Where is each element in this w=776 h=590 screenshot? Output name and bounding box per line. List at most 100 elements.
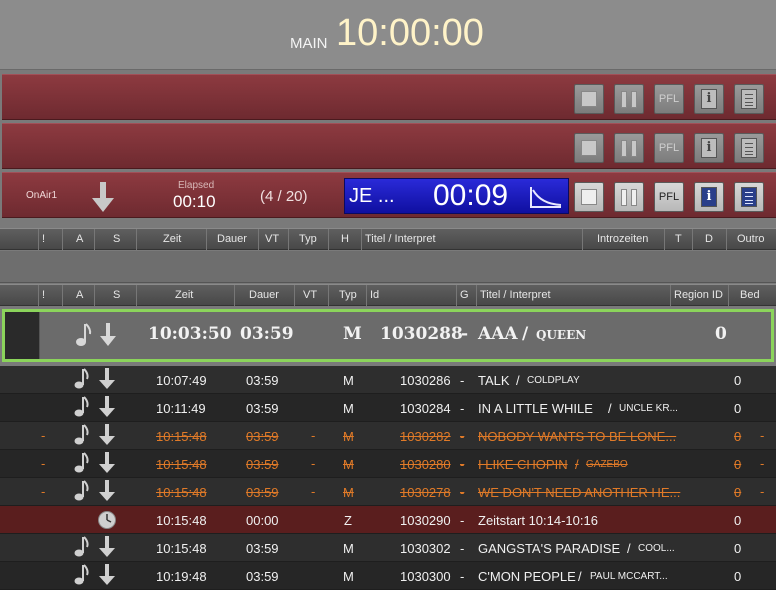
row-vt: - [311,484,316,499]
list-button[interactable] [734,84,764,114]
pause-button[interactable] [614,133,644,163]
arrow-down-icon[interactable] [99,536,115,558]
col-h[interactable]: H [328,229,361,250]
music-note-icon [74,480,89,501]
table-row[interactable]: 10:15:48 03:59 M 1030302 - GANGSTA'S PAR… [0,534,776,562]
row-id: 1030286 [400,373,451,388]
music-note-icon [74,396,89,417]
arrow-down-icon[interactable] [99,564,115,586]
pfl-button[interactable]: PFL [654,133,684,163]
col-zeit[interactable]: Zeit [136,229,206,250]
col-dauer[interactable]: Dauer [234,285,294,306]
col-introzeiten[interactable]: Introzeiten [582,229,664,250]
table-row[interactable]: 10:07:49 03:59 M 1030286 - TALK / COLDPL… [0,366,776,394]
pfl-button[interactable]: PFL [654,182,684,212]
row-artist: UNCLE KR... [619,403,678,414]
col-d[interactable]: D [692,229,726,250]
table-row[interactable]: 10:19:48 03:59 M 1030300 - C'MON PEOPLE … [0,562,776,590]
stop-button[interactable] [574,133,604,163]
col-zeit[interactable]: Zeit [136,285,234,306]
pause-button[interactable] [614,84,644,114]
table-row[interactable]: 10:15:48 00:00 Z 1030290 - Zeitstart 10:… [0,506,776,534]
row-title: C'MON PEOPLE [478,569,576,584]
col-dauer[interactable]: Dauer [206,229,258,250]
row-dauer: 03:59 [246,429,279,444]
row-zeit: 10:11:49 [156,401,206,416]
music-note-icon [74,536,89,557]
pfl-button[interactable]: PFL [654,84,684,114]
pause-icon [621,139,637,157]
arrow-down-icon[interactable] [99,368,115,390]
list-button[interactable] [734,182,764,212]
row-title: Zeitstart 10:14-10:16 [478,513,598,528]
table-row[interactable]: - 10:15:48 03:59 - M 1030282 - NOBODY WA… [0,422,776,450]
music-note-icon [74,368,89,389]
col-s[interactable]: S [94,229,136,250]
info-button[interactable]: i [694,84,724,114]
col-vt[interactable]: VT [258,229,288,250]
row-dash: - [460,485,465,500]
stop-button[interactable] [574,84,604,114]
col-flag[interactable]: ! [38,285,62,306]
music-note-icon [74,564,89,585]
col-region-id[interactable]: Region ID [670,285,728,306]
info-button[interactable]: i [694,182,724,212]
pause-button[interactable] [614,182,644,212]
arrow-down-icon[interactable] [99,396,115,418]
col-a[interactable]: A [62,285,94,306]
col-outro[interactable]: Outro [726,229,776,250]
row-title: TALK [478,373,510,388]
col-t[interactable]: T [664,229,692,250]
arrow-down-icon[interactable] [99,424,115,446]
info-button[interactable]: i [694,133,724,163]
col-title[interactable]: Titel / Interpret [361,229,582,250]
col-typ[interactable]: Typ [288,229,328,250]
col-s[interactable]: S [94,285,136,306]
info-icon: i [701,187,717,207]
current-sep: / [522,324,529,344]
row-title: NOBODY WANTS TO BE LONE... [478,429,677,444]
col-a[interactable]: A [62,229,94,250]
arrow-down-icon[interactable] [90,180,116,214]
clock-label: MAIN [290,35,328,52]
col-flag[interactable]: ! [38,229,62,250]
row-zeit: 10:15:48 [156,429,207,444]
prelisten-area[interactable] [0,251,776,283]
col-title[interactable]: Titel / Interpret [476,285,670,306]
row-zeit: 10:19:48 [156,569,207,584]
row-zeit: 10:07:49 [156,373,207,388]
col-typ[interactable]: Typ [328,285,366,306]
row-status-cell [5,312,40,359]
row-vt: - [311,428,316,443]
col-g[interactable]: G [456,285,476,306]
row-typ: M [343,401,354,416]
table-row[interactable]: 10:11:49 03:59 M 1030284 - IN A LITTLE W… [0,394,776,422]
row-region: 0 [734,569,742,584]
player-1: PFL i [2,74,776,120]
row-sep: / [575,457,579,472]
pause-icon [621,90,637,108]
row-bed: - [760,456,765,471]
row-vt: - [311,456,316,471]
arrow-down-icon[interactable] [99,452,115,474]
col-vt[interactable]: VT [294,285,328,306]
current-playing-row[interactable]: 10:03:50 03:59 M 1030288 - AAA / QUEEN 0 [2,309,774,362]
row-typ: M [343,373,354,388]
col-id[interactable]: Id [366,285,456,306]
col-bed[interactable]: Bed [728,285,776,306]
row-bed: - [760,428,765,443]
stop-button[interactable] [574,182,604,212]
list-button[interactable] [734,133,764,163]
arrow-down-icon[interactable] [99,322,117,348]
table-row[interactable]: - 10:15:48 03:59 - M 1030280 - I LIKE CH… [0,450,776,478]
player-onair: OnAir1 Elapsed 00:10 (4 / 20) JE ... 00:… [2,172,776,218]
current-dauer: 03:59 [240,324,294,344]
arrow-down-icon[interactable] [99,480,115,502]
row-id: 1030302 [400,541,451,556]
row-flag: - [41,484,46,499]
row-artist: PAUL MCCART... [590,571,668,582]
row-sep: / [627,541,631,556]
clock-icon [98,511,116,529]
table-row[interactable]: - 10:15:48 03:59 - M 1030278 - WE DON'T … [0,478,776,506]
row-bed: - [760,484,765,499]
